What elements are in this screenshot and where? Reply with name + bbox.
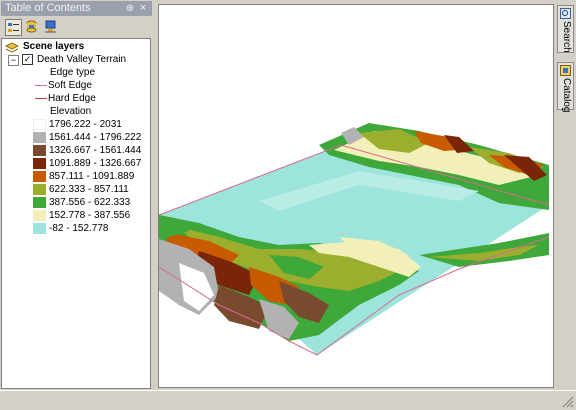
list-by-visibility-icon — [45, 20, 56, 33]
close-icon[interactable]: × — [138, 1, 148, 16]
catalog-tab[interactable]: Catalog — [557, 62, 574, 113]
edge-label: Hard Edge — [48, 93, 96, 104]
table-of-contents-panel: Table of Contents ⊕ × Scene layers − ✓ D… — [0, 0, 153, 390]
edge-type-heading: Edge type — [50, 67, 96, 78]
terrain-surface — [159, 123, 550, 356]
auto-hide-pin-icon[interactable]: ⊕ — [125, 1, 135, 16]
elevation-color-swatch — [33, 145, 46, 156]
elevation-range-label: 1796.222 - 2031 — [49, 119, 122, 130]
elevation-color-swatch — [33, 184, 46, 195]
search-icon — [560, 8, 571, 19]
search-tab-label: Search — [561, 21, 572, 53]
list-by-drawing-order-button[interactable] — [5, 19, 22, 36]
list-by-drawing-order-icon — [8, 23, 19, 32]
elevation-range-label: 152.778 - 387.556 — [49, 210, 131, 221]
elevation-color-swatch — [33, 171, 46, 182]
elevation-range-label: 387.556 - 622.333 — [49, 197, 131, 208]
right-dock: Search Catalog — [555, 0, 576, 390]
elevation-color-swatch — [33, 158, 46, 169]
status-bar — [0, 390, 576, 410]
scene-view[interactable] — [158, 4, 554, 388]
list-by-source-icon — [26, 20, 37, 33]
elevation-range-label: -82 - 152.778 — [49, 223, 109, 234]
toc-title-bar: Table of Contents ⊕ × — [1, 1, 152, 16]
elevation-color-swatch — [33, 132, 46, 143]
elevation-color-swatch — [33, 197, 46, 208]
elevation-range-label: 1091.889 - 1326.667 — [49, 158, 142, 169]
edge-label: Soft Edge — [48, 80, 92, 91]
hard-edge-line-icon — [35, 98, 47, 99]
elevation-range-label: 1561.444 - 1796.222 — [49, 132, 142, 143]
toc-tree: Scene layers − ✓ Death Valley Terrain Ed… — [1, 38, 151, 389]
layer-visibility-checkbox[interactable]: ✓ — [22, 54, 33, 65]
toc-toolbar — [1, 17, 152, 38]
collapse-icon[interactable]: − — [8, 55, 19, 66]
elevation-color-swatch — [33, 119, 46, 130]
search-tab[interactable]: Search — [557, 5, 574, 53]
toc-title: Table of Contents — [5, 2, 91, 14]
soft-edge-line-icon — [35, 85, 47, 86]
elevation-range-label: 1326.667 - 1561.444 — [49, 145, 142, 156]
layer-name: Death Valley Terrain — [37, 54, 127, 65]
scene-layers-label: Scene layers — [23, 41, 85, 52]
list-by-source-button[interactable] — [24, 19, 41, 36]
elevation-color-swatch — [33, 210, 46, 221]
elevation-range-label: 857.111 - 1091.889 — [49, 171, 135, 182]
list-by-visibility-button[interactable] — [43, 19, 60, 36]
catalog-icon — [560, 65, 571, 76]
elevation-color-swatch — [33, 223, 46, 234]
elevation-range-label: 622.333 - 857.111 — [49, 184, 129, 195]
catalog-tab-label: Catalog — [561, 78, 572, 113]
layers-icon — [5, 42, 19, 53]
elevation-heading: Elevation — [50, 106, 92, 117]
resize-grip-icon[interactable] — [562, 396, 574, 408]
